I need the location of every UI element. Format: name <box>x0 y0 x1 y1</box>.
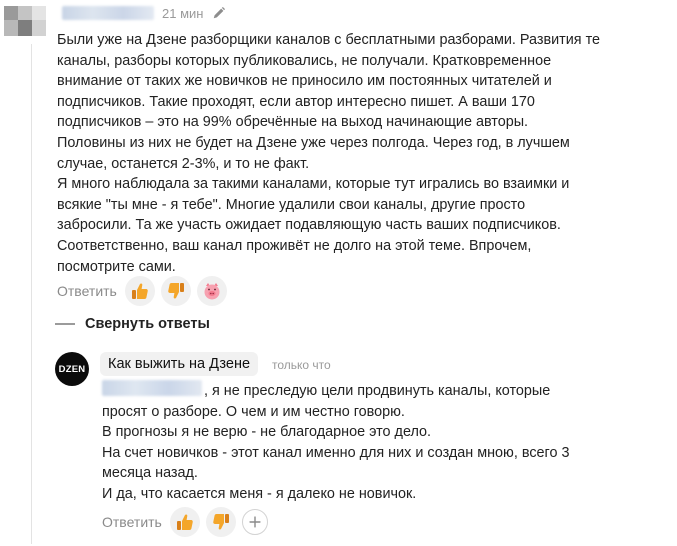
comment-line: внимание от таких же новичков не приноси… <box>57 73 552 90</box>
like-button[interactable] <box>124 276 155 306</box>
reply-line: месяца назад. <box>102 465 198 482</box>
reply-body: , я не преследую цели продвинуть каналы,… <box>102 381 662 505</box>
reply-timestamp: только что <box>272 358 331 372</box>
dislike-button[interactable] <box>160 276 191 306</box>
comment-actions: Ответить <box>57 276 233 306</box>
channel-avatar[interactable]: DZEN <box>55 352 89 386</box>
comment-line: Соответственно, ваш канал проживёт не до… <box>57 237 532 254</box>
comment-body: Были уже на Дзене разборщики каналов с б… <box>57 30 669 277</box>
comment-line: Я много наблюдала за такими каналами, ко… <box>57 176 570 193</box>
add-reaction-button[interactable] <box>241 509 268 535</box>
reply-line: В прогнозы я не верю - не благодарное эт… <box>102 424 432 441</box>
author-name-redacted[interactable] <box>62 6 154 20</box>
collapse-replies-label: Свернуть ответы <box>85 316 210 332</box>
like-button[interactable] <box>169 507 200 537</box>
comment-line: подписчиков. Такие проходят, если автор … <box>57 93 535 110</box>
pig-face-icon <box>204 283 220 300</box>
thumbs-up-icon <box>176 514 193 530</box>
reply-line: , я не преследую цели продвинуть каналы,… <box>204 383 551 399</box>
comment-line: забросили. Та же участь ожидает подавляю… <box>57 217 561 234</box>
thumbs-up-icon <box>131 283 148 299</box>
thumbs-down-icon <box>213 514 229 530</box>
comment-line: Были уже на Дзене разборщики каналов с б… <box>57 32 600 48</box>
pig-reaction-button[interactable] <box>196 276 227 306</box>
dislike-button[interactable] <box>205 507 236 537</box>
reply-line: На счет новичков - этот канал именно для… <box>102 444 570 461</box>
reply-actions: Ответить <box>102 507 274 537</box>
plus-icon <box>249 516 261 528</box>
comment-line: Половины из них не будет на Дзене уже че… <box>57 134 570 151</box>
comment-line: посмотрите сами. <box>57 258 176 275</box>
dzen-logo-text: DZEN <box>58 363 86 375</box>
collapse-dash <box>55 323 75 325</box>
reply-button[interactable]: Ответить <box>57 283 117 299</box>
collapse-replies-button[interactable]: Свернуть ответы <box>55 316 210 332</box>
avatar[interactable] <box>4 6 46 36</box>
pencil-icon[interactable] <box>212 6 226 20</box>
reply-line: И да, что касается меня - я далеко не но… <box>102 485 417 502</box>
thread-line <box>31 44 32 544</box>
reply-author[interactable]: Как выжить на Дзене <box>100 352 259 376</box>
comment-line: каналы, разборы которых публиковались, н… <box>57 52 552 69</box>
comment-line: подписчиков – это на 99% обречённые на в… <box>57 114 529 131</box>
comment-timestamp: 21 мин <box>162 6 204 21</box>
reply-button[interactable]: Ответить <box>102 514 162 530</box>
thumbs-down-icon <box>168 283 184 299</box>
comment-line: случае, останется 2-3%, и то не факт. <box>57 155 310 172</box>
comment-line: всякие "ты мне - я тебе". Многие удалили… <box>57 196 526 213</box>
reply-line: просят о разборе. О чем и им честно гово… <box>102 403 405 420</box>
